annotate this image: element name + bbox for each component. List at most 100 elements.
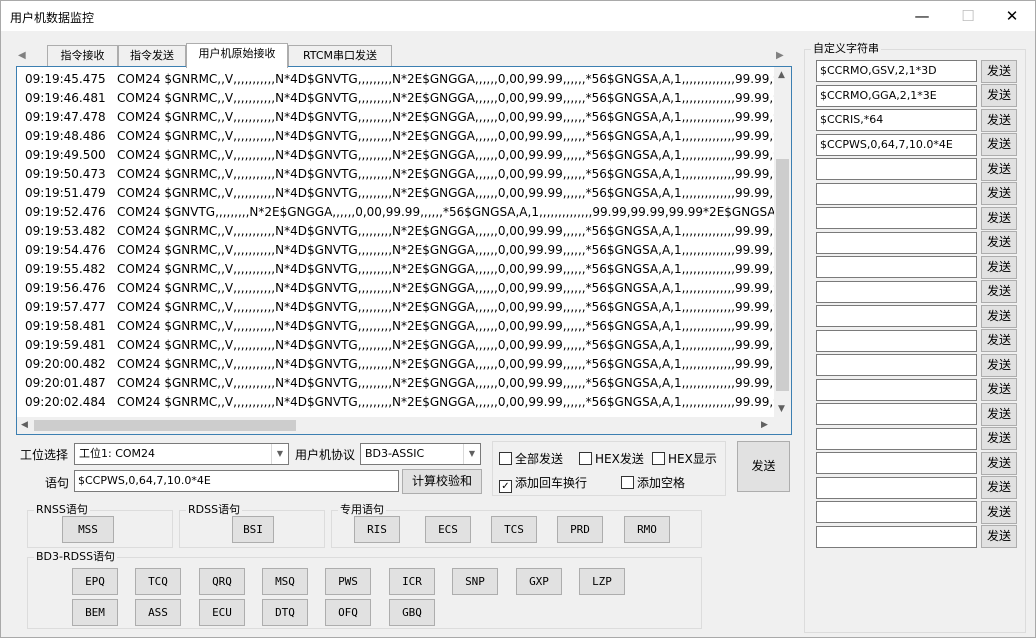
- add-space-checkbox[interactable]: 添加空格: [621, 476, 685, 490]
- vertical-scrollbar[interactable]: ▲ ▼: [774, 67, 791, 419]
- tab-rtcm-send[interactable]: RTCM串口发送: [288, 45, 392, 67]
- custom-send-button-8[interactable]: 发送: [981, 231, 1017, 254]
- bd3-icr-button[interactable]: ICR: [389, 568, 435, 595]
- custom-send-button-4[interactable]: 发送: [981, 133, 1017, 156]
- bd3-lzp-button[interactable]: LZP: [579, 568, 625, 595]
- bd3-ass-button[interactable]: ASS: [135, 599, 181, 626]
- log-line: 09:19:48.486 COM24 $GNRMC,,V,,,,,,,,,,,N…: [25, 129, 775, 143]
- bd3-ofq-button[interactable]: OFQ: [325, 599, 371, 626]
- rnss-mss-button[interactable]: MSS: [62, 516, 114, 543]
- custom-send-button-2[interactable]: 发送: [981, 84, 1017, 107]
- scroll-down-icon[interactable]: ▼: [778, 404, 785, 414]
- sentence-input[interactable]: $CCPWS,0,64,7,10.0*4E: [74, 470, 399, 492]
- custom-send-button-3[interactable]: 发送: [981, 108, 1017, 132]
- bd3-gxp-button[interactable]: GXP: [516, 568, 562, 595]
- compute-checksum-button[interactable]: 计算校验和: [402, 469, 482, 494]
- bd3-qrq-button[interactable]: QRQ: [199, 568, 245, 595]
- custom-string-input-3[interactable]: $CCRIS,*64: [816, 109, 977, 131]
- raw-log-textbox[interactable]: 09:19:45.475 COM24 $GNRMC,,V,,,,,,,,,,,N…: [16, 66, 792, 435]
- custom-send-button-11[interactable]: 发送: [981, 304, 1017, 328]
- horizontal-scroll-thumb[interactable]: [34, 420, 296, 431]
- custom-string-input-14[interactable]: [816, 378, 977, 401]
- special-ecs-button[interactable]: ECS: [425, 516, 471, 543]
- custom-string-input-10[interactable]: [816, 280, 977, 303]
- custom-string-input-12[interactable]: [816, 329, 977, 352]
- custom-send-button-20[interactable]: 发送: [981, 525, 1017, 548]
- log-line: 09:20:00.482 COM24 $GNRMC,,V,,,,,,,,,,,N…: [25, 357, 775, 371]
- scroll-right-icon[interactable]: ▶: [761, 420, 768, 430]
- bd3-bem-button[interactable]: BEM: [72, 599, 118, 626]
- checkbox-box: [652, 452, 665, 465]
- bd3-snp-button[interactable]: SNP: [452, 568, 498, 595]
- custom-string-input-1[interactable]: $CCRMO,GSV,2,1*3D: [816, 60, 977, 82]
- bd3-dtq-button[interactable]: DTQ: [262, 599, 308, 626]
- special-tcs-button[interactable]: TCS: [491, 516, 537, 543]
- bd3-ecu-button[interactable]: ECU: [199, 599, 245, 626]
- send-button[interactable]: 发送: [737, 441, 790, 492]
- special-ris-button[interactable]: RIS: [354, 516, 400, 543]
- special-rmo-button[interactable]: RMO: [624, 516, 670, 543]
- custom-string-input-13[interactable]: [816, 354, 977, 376]
- custom-string-input-17[interactable]: [816, 452, 977, 474]
- maximize-button[interactable]: ☐: [945, 1, 991, 31]
- bd3-msq-button[interactable]: MSQ: [262, 568, 308, 595]
- custom-string-input-2[interactable]: $CCRMO,GGA,2,1*3E: [816, 84, 977, 107]
- custom-string-input-9[interactable]: [816, 256, 977, 278]
- custom-string-input-16[interactable]: [816, 427, 977, 450]
- custom-string-input-7[interactable]: [816, 207, 977, 229]
- bd3-tcq-button[interactable]: TCQ: [135, 568, 181, 595]
- log-line: 09:19:54.476 COM24 $GNRMC,,V,,,,,,,,,,,N…: [25, 243, 775, 257]
- add-crlf-checkbox[interactable]: ✓ 添加回车换行: [499, 476, 587, 493]
- custom-send-button-9[interactable]: 发送: [981, 255, 1017, 279]
- protocol-select[interactable]: BD3-ASSIC ▼: [360, 443, 481, 465]
- custom-send-button-15[interactable]: 发送: [981, 402, 1017, 426]
- tab-scroll-left-icon[interactable]: ◀: [18, 50, 26, 61]
- horizontal-scrollbar[interactable]: ◀ ▶: [17, 417, 791, 434]
- special-group-label: 专用语句: [338, 503, 386, 517]
- hex-display-checkbox[interactable]: HEX显示: [652, 452, 717, 466]
- custom-send-button-6[interactable]: 发送: [981, 182, 1017, 205]
- custom-string-input-4[interactable]: $CCPWS,0,64,7,10.0*4E: [816, 133, 977, 156]
- bd3-epq-button[interactable]: EPQ: [72, 568, 118, 595]
- custom-send-button-7[interactable]: 发送: [981, 206, 1017, 230]
- custom-send-button-12[interactable]: 发送: [981, 329, 1017, 352]
- custom-send-button-17[interactable]: 发送: [981, 451, 1017, 475]
- tab-command-send[interactable]: 指令发送: [118, 45, 186, 67]
- custom-string-input-8[interactable]: [816, 231, 977, 254]
- custom-string-input-15[interactable]: [816, 403, 977, 425]
- custom-send-button-16[interactable]: 发送: [981, 427, 1017, 450]
- custom-send-button-13[interactable]: 发送: [981, 353, 1017, 377]
- tab-command-receive[interactable]: 指令接收: [47, 45, 118, 67]
- minimize-button[interactable]: —: [899, 1, 945, 31]
- checkmark-icon: ✓: [499, 480, 512, 493]
- tab-raw-receive[interactable]: 用户机原始接收: [186, 43, 288, 68]
- tab-scroll-right-icon[interactable]: ▶: [776, 50, 784, 61]
- custom-send-button-19[interactable]: 发送: [981, 500, 1017, 524]
- scroll-left-icon[interactable]: ◀: [21, 420, 28, 430]
- custom-send-button-18[interactable]: 发送: [981, 476, 1017, 499]
- vertical-scroll-thumb[interactable]: [776, 159, 789, 391]
- scroll-up-icon[interactable]: ▲: [778, 70, 785, 80]
- hex-send-checkbox[interactable]: HEX发送: [579, 452, 644, 466]
- custom-string-input-6[interactable]: [816, 182, 977, 205]
- chevron-down-icon: ▼: [463, 444, 480, 464]
- log-line: 09:19:53.482 COM24 $GNRMC,,V,,,,,,,,,,,N…: [25, 224, 775, 238]
- custom-send-button-5[interactable]: 发送: [981, 157, 1017, 181]
- custom-string-input-20[interactable]: [816, 525, 977, 548]
- log-line: 09:19:51.479 COM24 $GNRMC,,V,,,,,,,,,,,N…: [25, 186, 775, 200]
- bd3-gbq-button[interactable]: GBQ: [389, 599, 435, 626]
- all-send-checkbox[interactable]: 全部发送: [499, 452, 563, 466]
- custom-string-input-11[interactable]: [816, 305, 977, 327]
- custom-string-input-19[interactable]: [816, 501, 977, 523]
- custom-send-button-14[interactable]: 发送: [981, 378, 1017, 401]
- special-prd-button[interactable]: PRD: [557, 516, 603, 543]
- custom-send-button-1[interactable]: 发送: [981, 59, 1017, 83]
- close-button[interactable]: ✕: [989, 1, 1035, 31]
- custom-send-button-10[interactable]: 发送: [981, 280, 1017, 303]
- custom-string-input-18[interactable]: [816, 476, 977, 499]
- rdss-bsi-button[interactable]: BSI: [232, 516, 274, 543]
- checkbox-box: [579, 452, 592, 465]
- custom-string-input-5[interactable]: [816, 158, 977, 180]
- bd3-pws-button[interactable]: PWS: [325, 568, 371, 595]
- station-select[interactable]: 工位1: COM24 ▼: [74, 443, 289, 465]
